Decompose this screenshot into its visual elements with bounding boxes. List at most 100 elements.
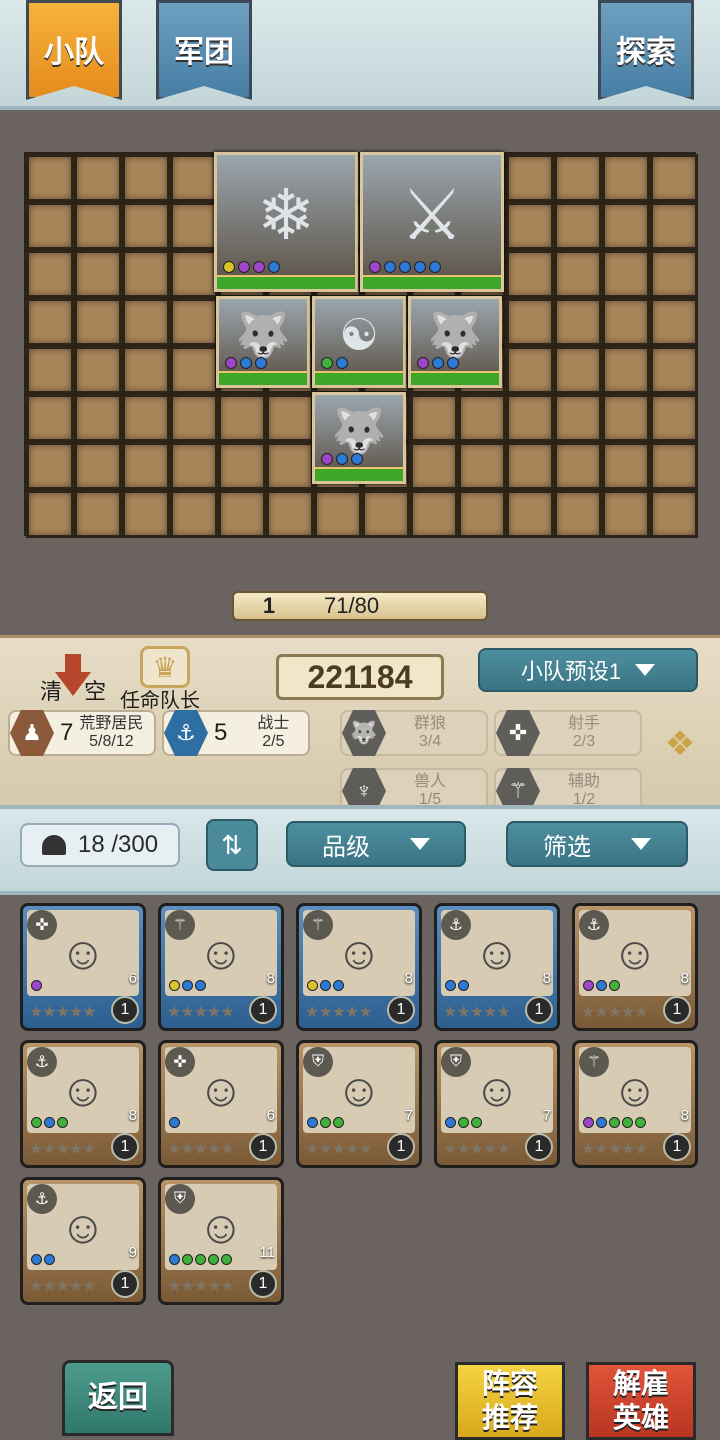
tab-legion[interactable]: 军团 [156, 0, 252, 100]
faction-wildling[interactable]: ♟ 7 荒野居民 5/8/12 [8, 710, 156, 756]
unit-wolf[interactable]: 🐺 [312, 392, 406, 484]
hero-card[interactable]: ☺ ⛨ 11 ★★★★★ 1 [158, 1177, 284, 1305]
hero-card[interactable]: ☺ ⚓ 8 ★★★★★ 1 [20, 1040, 146, 1168]
board-cell[interactable] [602, 442, 650, 490]
board-cell[interactable] [554, 490, 602, 538]
board-cell[interactable] [170, 394, 218, 442]
board-cell[interactable] [218, 442, 266, 490]
board-cell[interactable] [314, 490, 362, 538]
board-cell[interactable] [602, 250, 650, 298]
dismiss-hero-button[interactable]: 解雇英雄 [586, 1362, 696, 1440]
hero-card[interactable]: ☺ ⚚ 8 ★★★★★ 1 [296, 903, 422, 1031]
board-cell[interactable] [554, 202, 602, 250]
board-cell[interactable] [554, 442, 602, 490]
faction-archer[interactable]: ✜ 射手 2/3 [494, 710, 642, 756]
board-cell[interactable] [650, 250, 698, 298]
board-cell[interactable] [122, 298, 170, 346]
board-cell[interactable] [74, 490, 122, 538]
faction-warrior[interactable]: ⚓ 5 战士 2/5 [162, 710, 310, 756]
board-cell[interactable] [218, 394, 266, 442]
board-cell[interactable] [26, 394, 74, 442]
board-cell[interactable] [554, 298, 602, 346]
board-cell[interactable] [122, 154, 170, 202]
board-cell[interactable] [122, 202, 170, 250]
unit-wolf[interactable]: 🐺 [216, 296, 310, 388]
board-cell[interactable] [506, 154, 554, 202]
board-cell[interactable] [410, 490, 458, 538]
hero-card[interactable]: ☺ ✜ 6 ★★★★★ 1 [20, 903, 146, 1031]
board-cell[interactable] [122, 346, 170, 394]
board-cell[interactable] [74, 442, 122, 490]
lineup-recommend-button[interactable]: 阵容推荐 [455, 1362, 565, 1440]
hero-card[interactable]: ☺ ⛨ 7 ★★★★★ 1 [296, 1040, 422, 1168]
board-cell[interactable] [74, 154, 122, 202]
board-cell[interactable] [650, 202, 698, 250]
hero-card[interactable]: ☺ ⚓ 9 ★★★★★ 1 [20, 1177, 146, 1305]
board-cell[interactable] [26, 346, 74, 394]
appoint-captain-button[interactable]: ♛ 任命队长 [120, 646, 220, 712]
board-cell[interactable] [458, 394, 506, 442]
board-cell[interactable] [266, 490, 314, 538]
board-cell[interactable] [26, 202, 74, 250]
hero-card[interactable]: ☺ ⚚ 8 ★★★★★ 1 [158, 903, 284, 1031]
board-cell[interactable] [170, 202, 218, 250]
board-cell[interactable] [554, 154, 602, 202]
board-cell[interactable] [506, 394, 554, 442]
board-cell[interactable] [410, 442, 458, 490]
board-cell[interactable] [266, 442, 314, 490]
filter-dropdown[interactable]: 筛选 [506, 821, 688, 867]
hero-card[interactable]: ☺ ⚚ 8 ★★★★★ 1 [572, 1040, 698, 1168]
board-cell[interactable] [122, 394, 170, 442]
board-cell[interactable] [170, 442, 218, 490]
hero-card[interactable]: ☺ ✜ 6 ★★★★★ 1 [158, 1040, 284, 1168]
board-cell[interactable] [362, 490, 410, 538]
board-cell[interactable] [602, 346, 650, 394]
board-cell[interactable] [74, 346, 122, 394]
board-cell[interactable] [266, 394, 314, 442]
board-cell[interactable] [650, 346, 698, 394]
expand-factions-icon[interactable]: ❖ [654, 724, 706, 764]
board-cell[interactable] [650, 394, 698, 442]
hero-card[interactable]: ☺ ⚓ 8 ★★★★★ 1 [434, 903, 560, 1031]
hero-card[interactable]: ☺ ⚓ 8 ★★★★★ 1 [572, 903, 698, 1031]
board-cell[interactable] [170, 298, 218, 346]
tab-squad[interactable]: 小队 [26, 0, 122, 100]
board-cell[interactable] [602, 154, 650, 202]
board-cell[interactable] [602, 394, 650, 442]
board-cell[interactable] [506, 202, 554, 250]
board-cell[interactable] [506, 346, 554, 394]
board-cell[interactable] [170, 250, 218, 298]
unit-yeti[interactable]: ❄ [214, 152, 358, 292]
board-cell[interactable] [554, 394, 602, 442]
sort-button[interactable]: ⇅ [206, 819, 258, 871]
back-button[interactable]: 返回 [62, 1360, 174, 1436]
board-cell[interactable] [650, 490, 698, 538]
board-cell[interactable] [506, 490, 554, 538]
board-cell[interactable] [650, 298, 698, 346]
board-cell[interactable] [650, 442, 698, 490]
hero-card[interactable]: ☺ ⛨ 7 ★★★★★ 1 [434, 1040, 560, 1168]
board-cell[interactable] [602, 490, 650, 538]
unit-wolf[interactable]: 🐺 [408, 296, 502, 388]
board-cell[interactable] [506, 250, 554, 298]
board-cell[interactable] [554, 250, 602, 298]
board-cell[interactable] [74, 202, 122, 250]
tab-explore[interactable]: 探索 [598, 0, 694, 100]
board-cell[interactable] [554, 346, 602, 394]
board-cell[interactable] [458, 442, 506, 490]
unit-shaman[interactable]: ☯ [312, 296, 406, 388]
board-cell[interactable] [602, 202, 650, 250]
board-cell[interactable] [26, 250, 74, 298]
unit-viking[interactable]: ⚔ [360, 152, 504, 292]
board-cell[interactable] [458, 490, 506, 538]
board-cell[interactable] [26, 154, 74, 202]
board-cell[interactable] [170, 346, 218, 394]
board-cell[interactable] [218, 490, 266, 538]
board-cell[interactable] [506, 298, 554, 346]
board-cell[interactable] [170, 490, 218, 538]
faction-wolf-pack[interactable]: 🐺 群狼 3/4 [340, 710, 488, 756]
board-cell[interactable] [506, 442, 554, 490]
grade-dropdown[interactable]: 品级 [286, 821, 466, 867]
board-cell[interactable] [410, 394, 458, 442]
squad-preset-dropdown[interactable]: 小队预设1 [478, 648, 698, 692]
